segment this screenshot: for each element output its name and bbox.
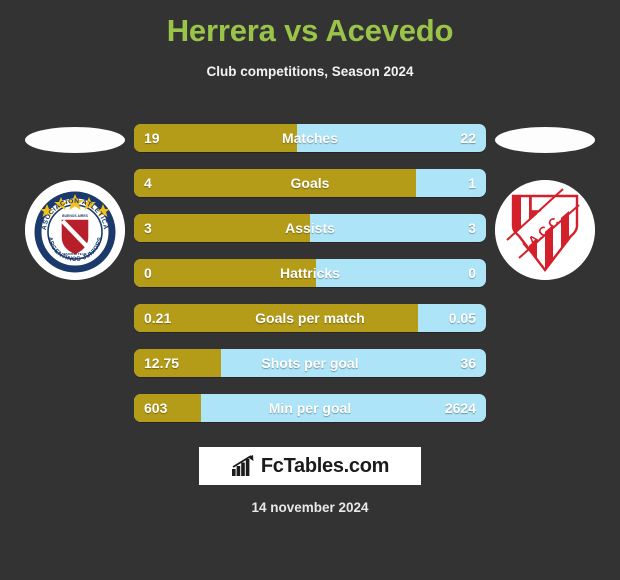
stat-row-goals: 4 Goals 1 bbox=[134, 169, 486, 197]
svg-text:BUENOS AIRES: BUENOS AIRES bbox=[62, 214, 88, 218]
stat-label-goals: Goals bbox=[290, 175, 330, 191]
right-crest-disc: I.A.C.C. bbox=[495, 180, 595, 280]
stat-label-goals-per-match: Goals per match bbox=[255, 310, 365, 326]
stat-right-value-hattricks: 0 bbox=[468, 265, 476, 281]
argentinos-juniors-crest-icon: BUENOS AIRES STADIUM TEAM ASOCIACION ATL… bbox=[25, 180, 125, 280]
right-crest-highlight-ellipse bbox=[495, 127, 595, 153]
stat-row-min-per-goal: 603 Min per goal 2624 bbox=[134, 394, 486, 422]
stat-right-value-matches: 22 bbox=[460, 130, 476, 146]
stat-row-assists: 3 Assists 3 bbox=[134, 214, 486, 242]
stat-label-shots-per-goal: Shots per goal bbox=[261, 355, 359, 371]
footer-date: 14 november 2024 bbox=[251, 500, 369, 515]
left-crest-highlight-ellipse bbox=[25, 127, 125, 153]
stat-right-value-shots-per-goal: 36 bbox=[460, 355, 476, 371]
stats-bar-list: 19 Matches 22 4 Goals 1 3 Assists 3 0 Ha… bbox=[134, 124, 486, 439]
fctables-logo[interactable]: FcTables.com bbox=[199, 447, 421, 485]
stat-right-value-min-per-goal: 2624 bbox=[444, 400, 476, 416]
stat-label-assists: Assists bbox=[285, 220, 335, 236]
stat-right-value-goals: 1 bbox=[468, 175, 476, 191]
bar-chart-arrow-icon bbox=[231, 455, 254, 476]
fctables-logo-text: FcTables.com bbox=[260, 455, 390, 477]
stat-row-matches: 19 Matches 22 bbox=[134, 124, 486, 152]
stat-label-hattricks: Hattricks bbox=[280, 265, 340, 281]
stat-row-goals-per-match: 0.21 Goals per match 0.05 bbox=[134, 304, 486, 332]
right-team-crest: I.A.C.C. bbox=[495, 180, 595, 280]
left-crest-disc: BUENOS AIRES STADIUM TEAM ASOCIACION ATL… bbox=[25, 180, 125, 280]
page-subtitle: Club competitions, Season 2024 bbox=[206, 64, 414, 79]
comparison-infographic: Herrera vs Acevedo Club competitions, Se… bbox=[0, 0, 620, 580]
stat-label-matches: Matches bbox=[281, 130, 339, 146]
page-title: Herrera vs Acevedo bbox=[166, 13, 454, 48]
stat-row-hattricks: 0 Hattricks 0 bbox=[134, 259, 486, 287]
stat-right-value-goals-per-match: 0.05 bbox=[448, 310, 476, 326]
left-team-crest: BUENOS AIRES STADIUM TEAM ASOCIACION ATL… bbox=[25, 180, 125, 280]
stat-right-value-assists: 3 bbox=[468, 220, 476, 236]
stat-row-shots-per-goal: 12.75 Shots per goal 36 bbox=[134, 349, 486, 377]
stat-label-min-per-goal: Min per goal bbox=[268, 400, 352, 416]
instituto-cordoba-crest-icon: I.A.C.C. bbox=[495, 180, 595, 280]
